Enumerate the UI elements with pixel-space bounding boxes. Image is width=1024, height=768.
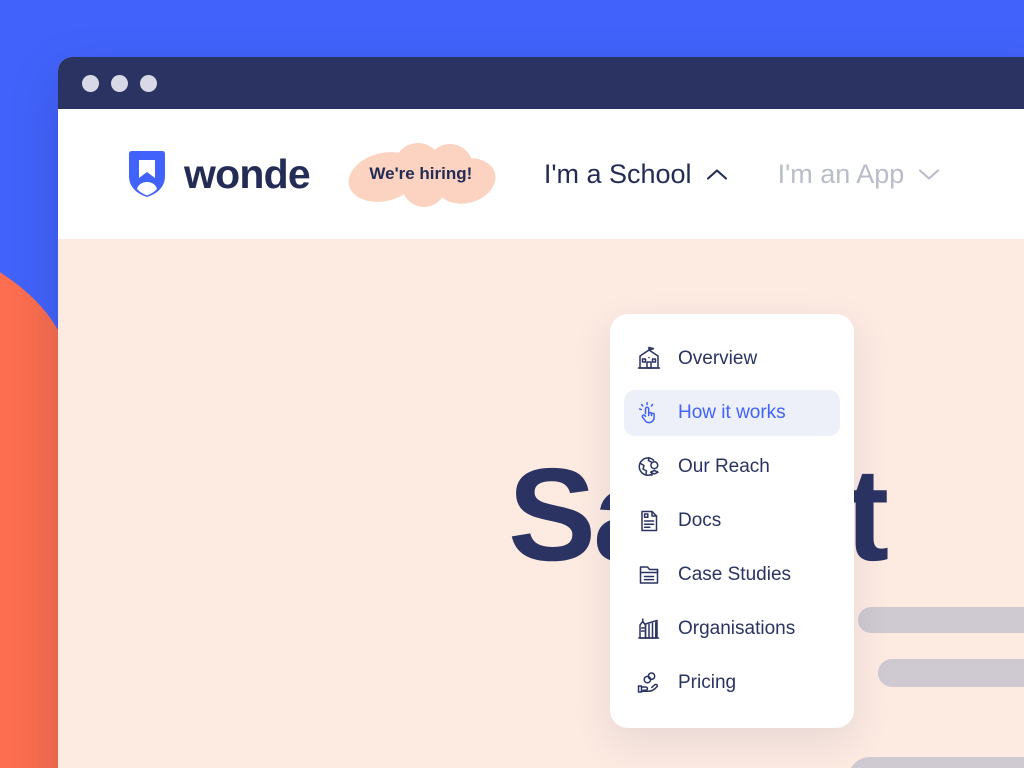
dropdown-item-docs[interactable]: Docs xyxy=(624,498,840,544)
window-close-dot[interactable] xyxy=(82,74,99,92)
document-icon xyxy=(641,510,658,532)
nav-item-im-an-app[interactable]: I'm an App xyxy=(778,159,941,190)
dropdown-item-label: Pricing xyxy=(678,672,737,693)
window-minimize-dot[interactable] xyxy=(111,74,128,92)
dropdown-item-label: Overview xyxy=(678,348,758,369)
screenshot-stage: wonde We're hiring! I'm a School I'm an … xyxy=(0,0,1024,768)
hiring-badge[interactable]: We're hiring! xyxy=(346,137,496,211)
dropdown-item-label: Case Studies xyxy=(678,564,792,585)
school-dropdown-menu: Overview How it works Our Reach Docs Cas… xyxy=(610,314,854,728)
dropdown-item-our-reach[interactable]: Our Reach xyxy=(624,444,840,490)
browser-window: wonde We're hiring! I'm a School I'm an … xyxy=(58,57,1024,768)
nav-item-school-label: I'm a School xyxy=(543,158,692,189)
dropdown-item-pricing[interactable]: Pricing xyxy=(624,660,840,706)
dropdown-item-label: Our Reach xyxy=(678,456,770,477)
primary-nav: I'm a School I'm an App xyxy=(544,159,940,190)
page-content: Sa dat xyxy=(58,239,1024,768)
dropdown-item-label: Organisations xyxy=(678,618,796,639)
school-building-icon xyxy=(637,346,661,369)
chevron-down-icon xyxy=(919,168,940,180)
dropdown-item-case-studies[interactable]: Case Studies xyxy=(624,552,840,598)
browser-titlebar xyxy=(58,57,1024,109)
chevron-up-icon xyxy=(706,168,727,180)
brand-wordmark: wonde xyxy=(184,150,311,197)
dropdown-item-label: Docs xyxy=(678,510,722,531)
hand-coins-icon xyxy=(637,672,659,693)
nav-item-im-a-school[interactable]: I'm a School xyxy=(544,159,728,190)
hiring-badge-label: We're hiring! xyxy=(369,164,473,183)
shield-bookmark-icon xyxy=(129,151,165,197)
office-buildings-icon xyxy=(638,618,660,639)
card-placeholder xyxy=(848,757,1024,768)
window-zoom-dot[interactable] xyxy=(140,74,157,92)
brand-logo[interactable]: wonde xyxy=(126,150,311,198)
folder-document-icon xyxy=(639,566,659,584)
text-line-placeholder xyxy=(878,659,1024,687)
site-navbar: wonde We're hiring! I'm a School I'm an … xyxy=(58,109,1024,327)
text-line-placeholder xyxy=(858,607,1024,633)
globe-graduate-icon xyxy=(638,456,659,477)
tapping-hand-icon xyxy=(638,401,655,424)
nav-item-app-label: I'm an App xyxy=(777,158,905,189)
dropdown-item-overview[interactable]: Overview xyxy=(624,336,840,382)
dropdown-item-organisations[interactable]: Organisations xyxy=(624,606,840,652)
dropdown-item-label: How it works xyxy=(678,402,786,423)
dropdown-item-how-it-works[interactable]: How it works xyxy=(624,390,840,436)
